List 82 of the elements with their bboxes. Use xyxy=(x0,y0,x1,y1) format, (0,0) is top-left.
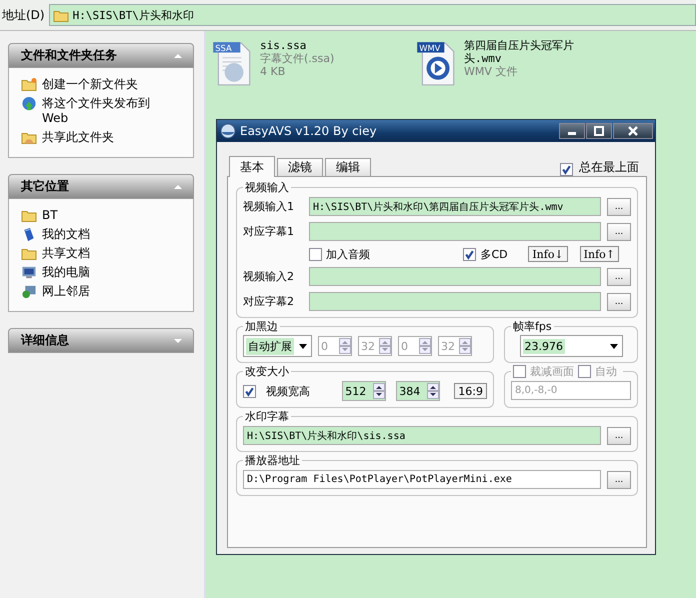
close-button[interactable] xyxy=(613,123,653,139)
task-link[interactable]: 我的文档 xyxy=(42,227,172,242)
task-link[interactable]: 共享文档 xyxy=(42,246,172,261)
dropdown[interactable]: 23.976 xyxy=(520,335,622,357)
task-link[interactable]: 将这个文件夹发布到 Web xyxy=(42,96,172,126)
file-name[interactable]: sis.ssa xyxy=(260,39,378,52)
address-field[interactable]: H:\SIS\BT\片头和水印 xyxy=(48,4,696,26)
task-link[interactable]: 创建一个新文件夹 xyxy=(42,77,172,92)
folder-icon xyxy=(21,130,37,145)
browse-button[interactable]: ... xyxy=(607,268,631,286)
field-label: 视频输入1 xyxy=(243,199,295,214)
spin-arrows-icon xyxy=(459,338,471,354)
globe-icon xyxy=(21,96,37,111)
file-size: 4 KB xyxy=(260,65,286,78)
caret-icon xyxy=(299,344,307,348)
tab[interactable]: 编辑 xyxy=(325,158,371,176)
monitor-icon xyxy=(21,265,37,280)
info-button[interactable]: Info↓ xyxy=(528,246,568,262)
address-label: 地址(D) xyxy=(2,6,45,24)
folder-icon xyxy=(21,246,37,261)
number-spinner[interactable]: 512 xyxy=(342,381,386,401)
task-link[interactable]: 共享此文件夹 xyxy=(42,130,172,145)
network-icon xyxy=(21,284,37,299)
checkbox[interactable] xyxy=(243,384,256,398)
orb-icon xyxy=(220,123,236,139)
group-title: 帧率fps xyxy=(512,320,553,333)
tab[interactable]: 滤镜 xyxy=(277,158,323,176)
checkbox-label: 自动 xyxy=(595,365,617,378)
file-type: WMV 文件 xyxy=(464,65,518,78)
checkbox-label: 视频宽高 xyxy=(266,384,311,398)
task-link[interactable]: 网上邻居 xyxy=(42,284,172,299)
aspect-ratio-button[interactable]: 16:9 xyxy=(454,383,487,399)
group-title: 视频输入 xyxy=(244,181,290,194)
field-label: 对应字幕2 xyxy=(243,294,295,309)
group-title: 播放器地址 xyxy=(244,454,301,467)
folder-icon xyxy=(21,208,37,223)
minimize-button[interactable] xyxy=(559,123,585,139)
maximize-icon xyxy=(594,126,604,136)
field-label: 对应字幕1 xyxy=(243,224,295,239)
spin-arrows-icon xyxy=(373,383,386,399)
group-title: 水印字幕 xyxy=(244,410,290,423)
group-title: 加黑边 xyxy=(244,320,279,333)
task-link[interactable]: BT xyxy=(42,208,172,223)
spin-arrows-icon xyxy=(419,338,431,354)
panel-header[interactable]: 详细信息 xyxy=(8,328,194,353)
file-type: 字幕文件(.ssa) xyxy=(260,52,336,65)
checkbox-label: 加入音频 xyxy=(326,246,371,262)
checkbox-label: 裁减画面 xyxy=(530,365,574,378)
browse-button[interactable]: ... xyxy=(607,222,631,240)
window-title: EasyAVS v1.20 By ciey xyxy=(240,124,378,138)
number-spinner[interactable]: 384 xyxy=(396,381,440,401)
browse-button[interactable]: ... xyxy=(607,292,631,310)
checkbox[interactable] xyxy=(560,163,573,176)
maximize-button[interactable] xyxy=(586,123,612,139)
caret-icon xyxy=(610,344,618,348)
panel-header[interactable]: 文件和文件夹任务 xyxy=(8,43,194,68)
input-field[interactable]: H:\SIS\BT\片头和水印\第四届自压片头冠军片头.wmv xyxy=(309,197,601,216)
spin-arrows-icon xyxy=(339,338,351,354)
checkbox[interactable] xyxy=(309,248,322,260)
folder-icon xyxy=(21,77,37,92)
browse-button[interactable]: ... xyxy=(607,426,631,444)
checkbox[interactable] xyxy=(463,248,476,260)
browse-button[interactable]: ... xyxy=(607,198,631,216)
file-name[interactable]: 第四届自压片头冠军片头.wmv xyxy=(464,39,582,65)
checkbox-label: 总在最上面 xyxy=(579,159,639,176)
browse-button[interactable]: ... xyxy=(607,470,631,488)
field-label: 视频输入2 xyxy=(243,269,295,284)
input-field[interactable]: H:\SIS\BT\片头和水印\sis.ssa xyxy=(243,426,601,445)
checkbox-label: 多CD xyxy=(480,246,509,262)
spin-arrows-icon xyxy=(427,383,440,399)
input-field[interactable] xyxy=(309,292,601,311)
tab[interactable]: 基本 xyxy=(229,156,275,177)
info-button[interactable]: Info↑ xyxy=(580,246,619,262)
group-title: 改变大小 xyxy=(244,365,290,378)
input-field[interactable] xyxy=(309,222,601,241)
input-field[interactable]: D:\Program Files\PotPlayer\PotPlayerMini.exe xyxy=(243,470,601,489)
task-link[interactable]: 我的电脑 xyxy=(42,265,172,280)
input-field[interactable] xyxy=(309,267,601,286)
close-icon xyxy=(628,126,638,136)
dropdown[interactable]: 自动扩展 xyxy=(243,335,312,357)
spin-arrows-icon xyxy=(379,338,391,354)
panel-header[interactable]: 其它位置 xyxy=(8,174,194,199)
